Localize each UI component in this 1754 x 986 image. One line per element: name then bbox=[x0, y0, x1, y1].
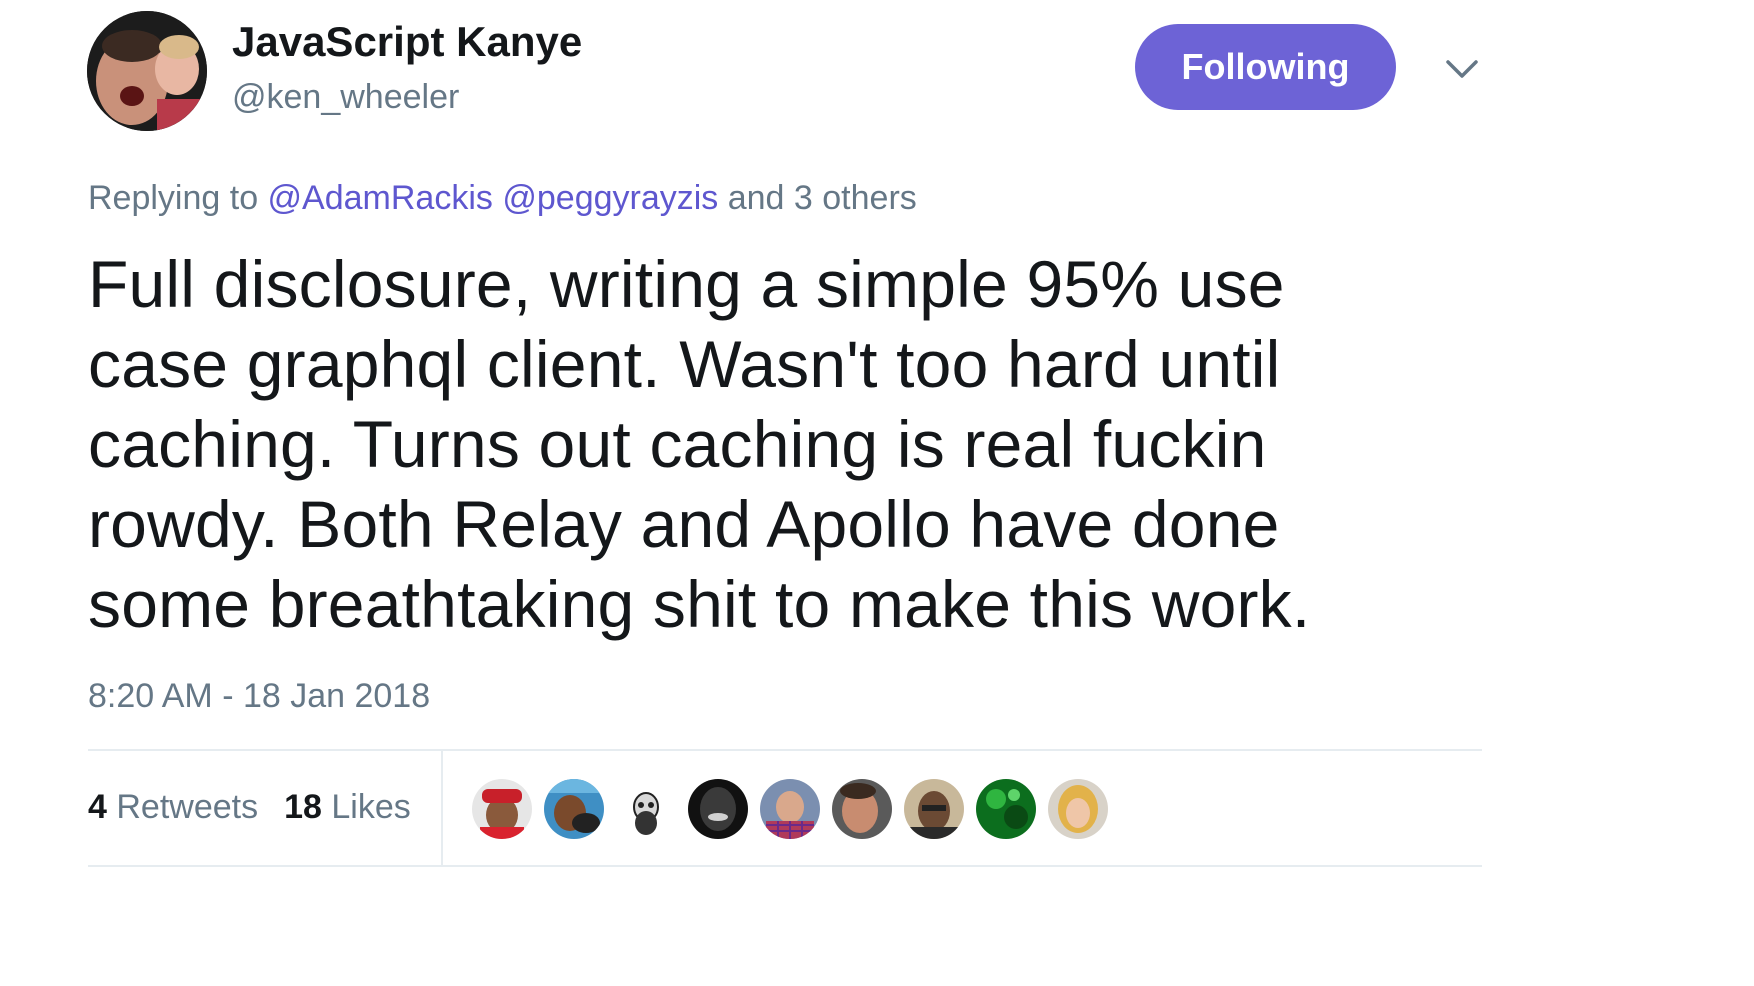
retweets-stat[interactable]: 4 Retweets bbox=[88, 784, 258, 830]
others-link[interactable]: and 3 others bbox=[718, 179, 917, 217]
following-button[interactable]: Following bbox=[1135, 24, 1396, 110]
author-name[interactable]: JavaScript Kanye bbox=[232, 14, 582, 70]
chevron-down-icon[interactable] bbox=[1444, 56, 1480, 82]
liker-avatar[interactable] bbox=[472, 779, 532, 839]
replying-to: Replying to @AdamRackis @peggyrayzis and… bbox=[88, 175, 917, 221]
tweet-text: Full disclosure, writing a simple 95% us… bbox=[88, 247, 1311, 641]
mention-link[interactable]: @peggyrayzis bbox=[502, 179, 718, 217]
liker-avatar[interactable] bbox=[832, 779, 892, 839]
author-handle[interactable]: @ken_wheeler bbox=[232, 74, 459, 120]
divider bbox=[441, 751, 443, 865]
author-avatar[interactable] bbox=[87, 11, 207, 131]
tweet-stats: 4 Retweets 18 Likes bbox=[88, 784, 411, 830]
liker-avatar[interactable] bbox=[616, 779, 676, 839]
tweet-timestamp[interactable]: 8:20 AM - 18 Jan 2018 bbox=[88, 673, 430, 719]
liker-avatar[interactable] bbox=[1048, 779, 1108, 839]
likes-count: 18 bbox=[284, 788, 322, 826]
likes-stat[interactable]: 18 Likes bbox=[284, 784, 411, 830]
liker-avatar[interactable] bbox=[688, 779, 748, 839]
mention-link[interactable]: @AdamRackis bbox=[268, 179, 493, 217]
liker-avatar[interactable] bbox=[976, 779, 1036, 839]
divider bbox=[88, 749, 1482, 751]
liker-avatar[interactable] bbox=[760, 779, 820, 839]
liker-avatar[interactable] bbox=[904, 779, 964, 839]
divider bbox=[88, 865, 1482, 867]
liker-avatars bbox=[472, 779, 1108, 839]
retweets-label: Retweets bbox=[106, 788, 259, 826]
liker-avatar[interactable] bbox=[544, 779, 604, 839]
replying-prefix: Replying to bbox=[88, 179, 268, 217]
likes-label: Likes bbox=[321, 788, 411, 826]
retweets-count: 4 bbox=[88, 788, 107, 826]
